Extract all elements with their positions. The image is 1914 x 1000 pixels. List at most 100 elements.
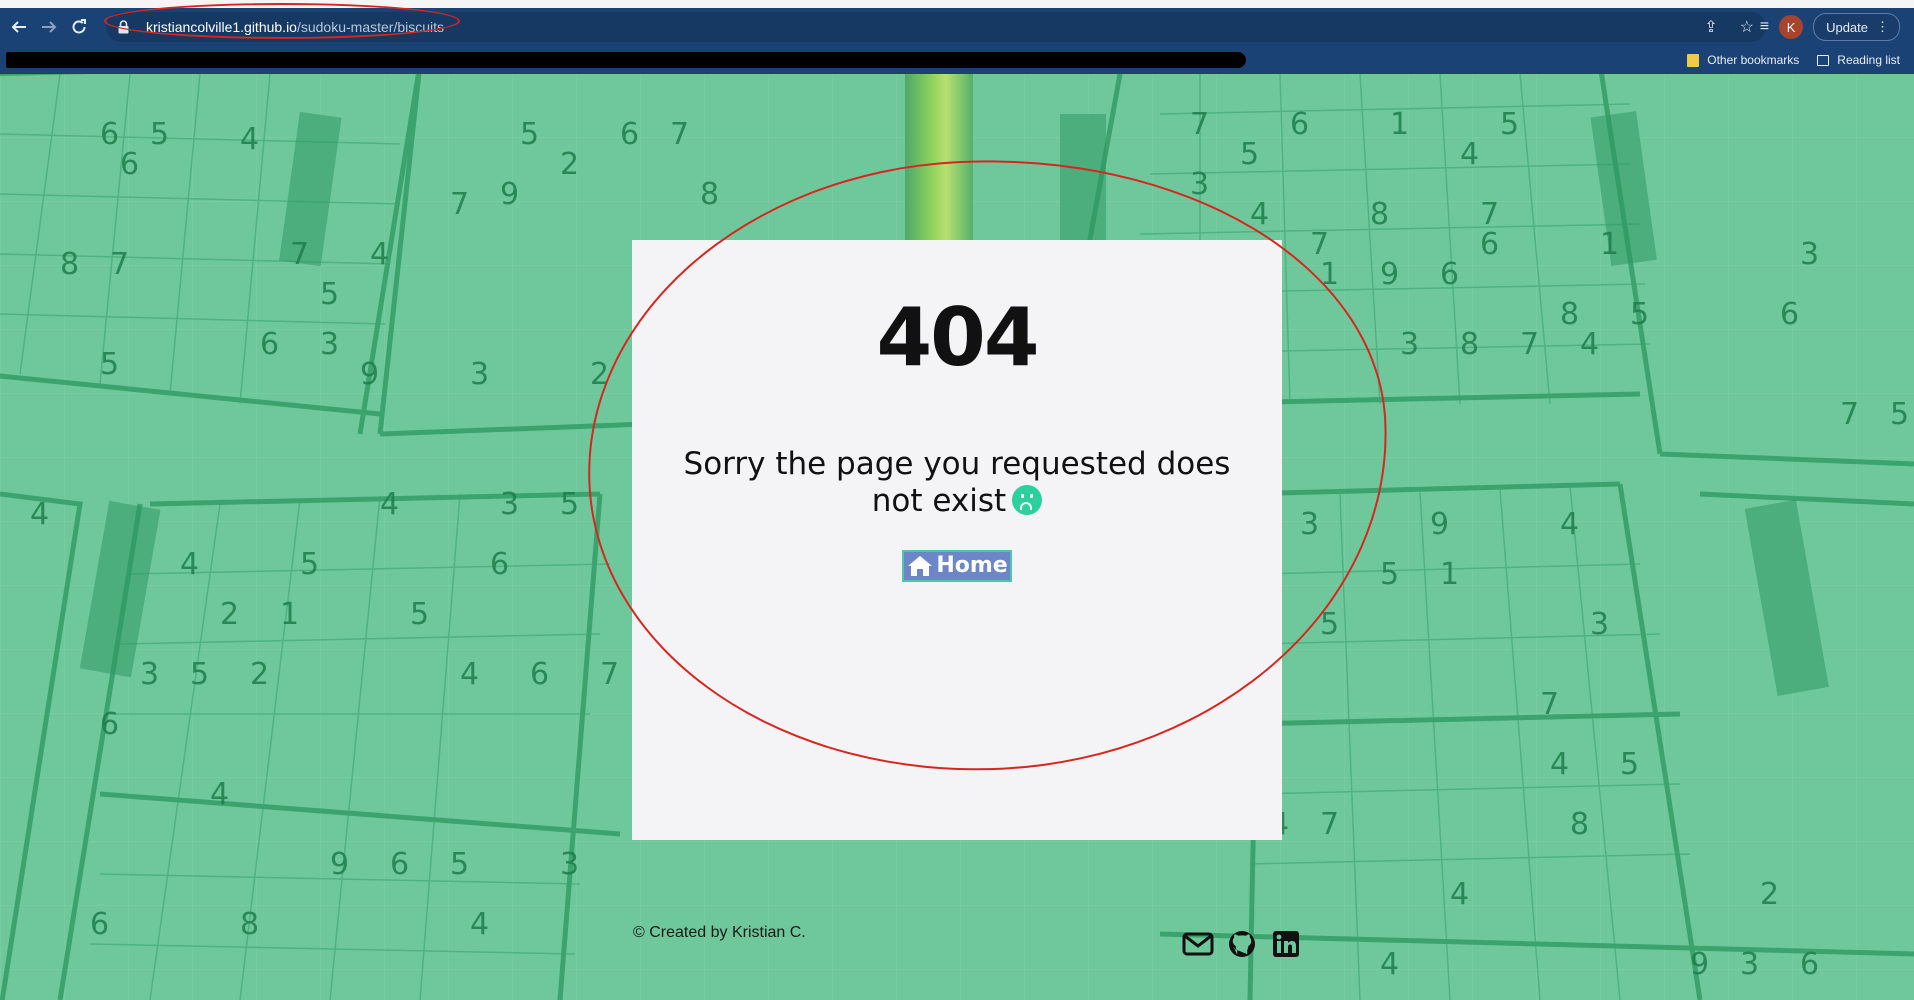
other-bookmarks-label: Other bookmarks: [1707, 53, 1800, 67]
svg-text:3: 3: [1590, 607, 1609, 642]
svg-text:7: 7: [600, 657, 619, 692]
share-icon[interactable]: ⇪: [1704, 17, 1717, 37]
arrow-left-icon: [11, 21, 26, 33]
svg-text:9: 9: [500, 177, 519, 212]
svg-text:6: 6: [1800, 947, 1819, 982]
svg-text:6: 6: [120, 147, 139, 182]
back-button[interactable]: [4, 12, 34, 42]
toolbar-right: ≡ K Update ⋮: [1760, 12, 1900, 42]
svg-text:2: 2: [1760, 877, 1779, 912]
profile-avatar[interactable]: K: [1779, 15, 1804, 39]
linkedin-icon[interactable]: [1270, 928, 1302, 960]
svg-text:5: 5: [410, 597, 429, 632]
svg-text:9: 9: [1380, 257, 1399, 292]
svg-text:6: 6: [620, 117, 639, 152]
svg-text:5: 5: [520, 117, 539, 152]
svg-text:3: 3: [140, 657, 159, 692]
svg-text:3: 3: [560, 847, 579, 882]
svg-text:6: 6: [530, 657, 549, 692]
svg-text:8: 8: [700, 177, 719, 212]
svg-text:7: 7: [1540, 687, 1559, 722]
svg-text:5: 5: [320, 277, 339, 312]
svg-text:5: 5: [560, 487, 579, 522]
svg-text:9: 9: [1430, 507, 1449, 542]
svg-text:2: 2: [220, 597, 239, 632]
star-icon[interactable]: ☆: [1740, 17, 1754, 37]
svg-text:4: 4: [240, 122, 259, 157]
svg-text:3: 3: [320, 327, 339, 362]
folder-icon: [1687, 53, 1700, 67]
svg-text:4: 4: [460, 657, 479, 692]
social-links: [1182, 928, 1302, 960]
svg-text:5: 5: [450, 847, 469, 882]
arrow-right-icon: [42, 21, 57, 33]
svg-text:5: 5: [1380, 557, 1399, 592]
svg-text:1: 1: [1440, 557, 1459, 592]
forward-button[interactable]: [34, 12, 64, 42]
svg-text:8: 8: [1560, 297, 1579, 332]
bookmarks-right: Other bookmarks Reading list: [1687, 46, 1900, 74]
svg-text:6: 6: [260, 327, 279, 362]
svg-text:4: 4: [30, 497, 49, 532]
svg-text:9: 9: [360, 357, 379, 392]
svg-text:4: 4: [1460, 137, 1479, 172]
svg-text:5: 5: [1630, 297, 1649, 332]
svg-text:4: 4: [180, 547, 199, 582]
svg-text:7: 7: [1320, 807, 1339, 842]
envelope-icon[interactable]: [1182, 928, 1214, 960]
svg-text:6: 6: [1780, 297, 1799, 332]
redacted-bookmarks: [6, 52, 1246, 68]
svg-text:4: 4: [1450, 877, 1469, 912]
svg-text:5: 5: [300, 547, 319, 582]
reading-list[interactable]: Reading list: [1817, 53, 1900, 67]
svg-text:6: 6: [100, 707, 119, 742]
svg-text:2: 2: [560, 147, 579, 182]
svg-text:9: 9: [330, 847, 349, 882]
svg-text:1: 1: [280, 597, 299, 632]
svg-text:5: 5: [190, 657, 209, 692]
svg-text:1: 1: [1600, 227, 1619, 262]
svg-text:6: 6: [1480, 227, 1499, 262]
footer-credit: © Created by Kristian C.: [633, 924, 806, 941]
svg-text:4: 4: [1580, 327, 1599, 362]
svg-text:5: 5: [1890, 397, 1909, 432]
svg-text:7: 7: [670, 117, 689, 152]
svg-text:7: 7: [1190, 107, 1209, 142]
bookmarks-bar: Other bookmarks Reading list: [0, 46, 1914, 74]
reload-icon: [72, 19, 86, 34]
update-label: Update: [1826, 19, 1868, 35]
omnibox-actions: ⇪ ☆: [1704, 12, 1754, 42]
svg-text:7: 7: [1840, 397, 1859, 432]
svg-text:7: 7: [110, 247, 129, 282]
svg-text:8: 8: [1370, 197, 1389, 232]
svg-text:5: 5: [1620, 747, 1639, 782]
svg-text:8: 8: [1460, 327, 1479, 362]
svg-text:6: 6: [90, 907, 109, 942]
svg-text:5: 5: [100, 347, 119, 382]
other-bookmarks[interactable]: Other bookmarks: [1687, 53, 1799, 67]
svg-text:3: 3: [500, 487, 519, 522]
svg-text:4: 4: [470, 907, 489, 942]
github-icon[interactable]: [1226, 928, 1258, 960]
media-queue-icon[interactable]: ≡: [1760, 18, 1769, 36]
svg-text:4: 4: [380, 487, 399, 522]
svg-text:6: 6: [390, 847, 409, 882]
svg-text:5: 5: [1500, 107, 1519, 142]
svg-text:4: 4: [1560, 507, 1579, 542]
reload-button[interactable]: [64, 12, 94, 42]
reading-list-label: Reading list: [1837, 53, 1900, 67]
svg-text:8: 8: [240, 907, 259, 942]
url-annotation-circle: [104, 3, 460, 39]
svg-text:6: 6: [100, 117, 119, 152]
reading-list-icon: [1817, 54, 1830, 66]
svg-text:6: 6: [1290, 107, 1309, 142]
svg-text:3: 3: [470, 357, 489, 392]
svg-text:4: 4: [1380, 947, 1399, 982]
svg-text:5: 5: [1240, 137, 1259, 172]
svg-text:2: 2: [250, 657, 269, 692]
update-button[interactable]: Update ⋮: [1813, 13, 1900, 41]
svg-text:4: 4: [370, 237, 389, 272]
svg-text:3: 3: [1740, 947, 1759, 982]
svg-text:5: 5: [150, 117, 169, 152]
svg-text:6: 6: [490, 547, 509, 582]
